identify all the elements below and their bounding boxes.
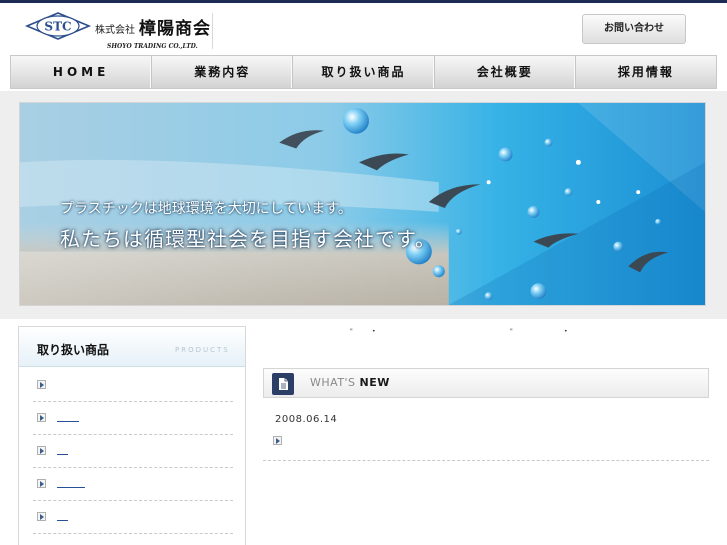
whats-new-title-bold: NEW	[359, 376, 390, 389]
product-list	[33, 369, 233, 534]
whats-new-title: WHAT'S NEW	[310, 376, 390, 389]
text-fragment: "	[510, 328, 513, 335]
text-fragment: •	[564, 328, 568, 335]
contact-button[interactable]: お問い合わせ	[582, 14, 686, 44]
product-list-item[interactable]	[33, 501, 233, 534]
sidebar-header: 取り扱い商品 PRODUCTS	[19, 327, 245, 367]
hero-banner: プラスチックは地球環境を大切にしています。 私たちは循環型社会を目指す会社です。	[19, 102, 706, 306]
product-list-item[interactable]	[33, 402, 233, 435]
text-fragment: •	[372, 328, 376, 335]
products-sidebar: 取り扱い商品 PRODUCTS	[18, 326, 246, 545]
nav-item-home[interactable]: HOME	[11, 56, 153, 88]
sidebar-title: 取り扱い商品	[37, 343, 110, 357]
whats-new-title-prefix: WHAT'S	[310, 376, 360, 389]
product-list-item[interactable]	[33, 468, 233, 501]
text-fragment: "	[350, 328, 353, 335]
whats-new-header: WHAT'S NEW	[263, 368, 709, 398]
banner-tagline: プラスチックは地球環境を大切にしています。	[60, 201, 352, 217]
stc-diamond-logo-icon: STC	[24, 12, 92, 40]
product-link[interactable]	[57, 454, 68, 455]
news-divider	[263, 460, 709, 461]
product-link[interactable]	[57, 487, 85, 488]
arrow-bullet-icon	[37, 479, 46, 488]
product-list-item[interactable]	[33, 435, 233, 468]
logo-mark-text: STC	[44, 20, 71, 34]
company-name-english: SHOYO TRADING CO.,LTD.	[107, 43, 198, 50]
arrow-bullet-icon	[37, 413, 46, 422]
arrow-bullet-icon	[37, 446, 46, 455]
site-header: STC 株式会社 樟陽商会 SHOYO TRADING CO.,LTD. お問い…	[0, 3, 727, 53]
header-divider	[212, 13, 213, 49]
company-logo[interactable]: STC 株式会社 樟陽商会 SHOYO TRADING CO.,LTD.	[23, 10, 223, 50]
product-list-item[interactable]	[33, 369, 233, 402]
product-link[interactable]	[57, 421, 79, 422]
arrow-bullet-icon	[37, 512, 46, 521]
company-type: 株式会社	[95, 25, 135, 36]
sidebar-subtitle: PRODUCTS	[175, 346, 230, 354]
document-icon	[272, 373, 294, 395]
news-item-arrow-icon[interactable]	[273, 436, 282, 445]
product-link[interactable]	[57, 520, 68, 521]
banner-headline: 私たちは循環型社会を目指す会社です。	[60, 227, 436, 251]
news-date: 2008.06.14	[275, 414, 338, 425]
nav-item-recruit[interactable]: 採用情報	[576, 56, 716, 88]
company-name: 樟陽商会	[139, 19, 211, 39]
nav-item-services[interactable]: 業務内容	[152, 56, 294, 88]
arrow-bullet-icon	[37, 380, 46, 389]
nav-item-products[interactable]: 取り扱い商品	[293, 56, 435, 88]
main-navigation: HOME 業務内容 取り扱い商品 会社概要 採用情報	[10, 55, 717, 89]
nav-item-company[interactable]: 会社概要	[435, 56, 576, 88]
